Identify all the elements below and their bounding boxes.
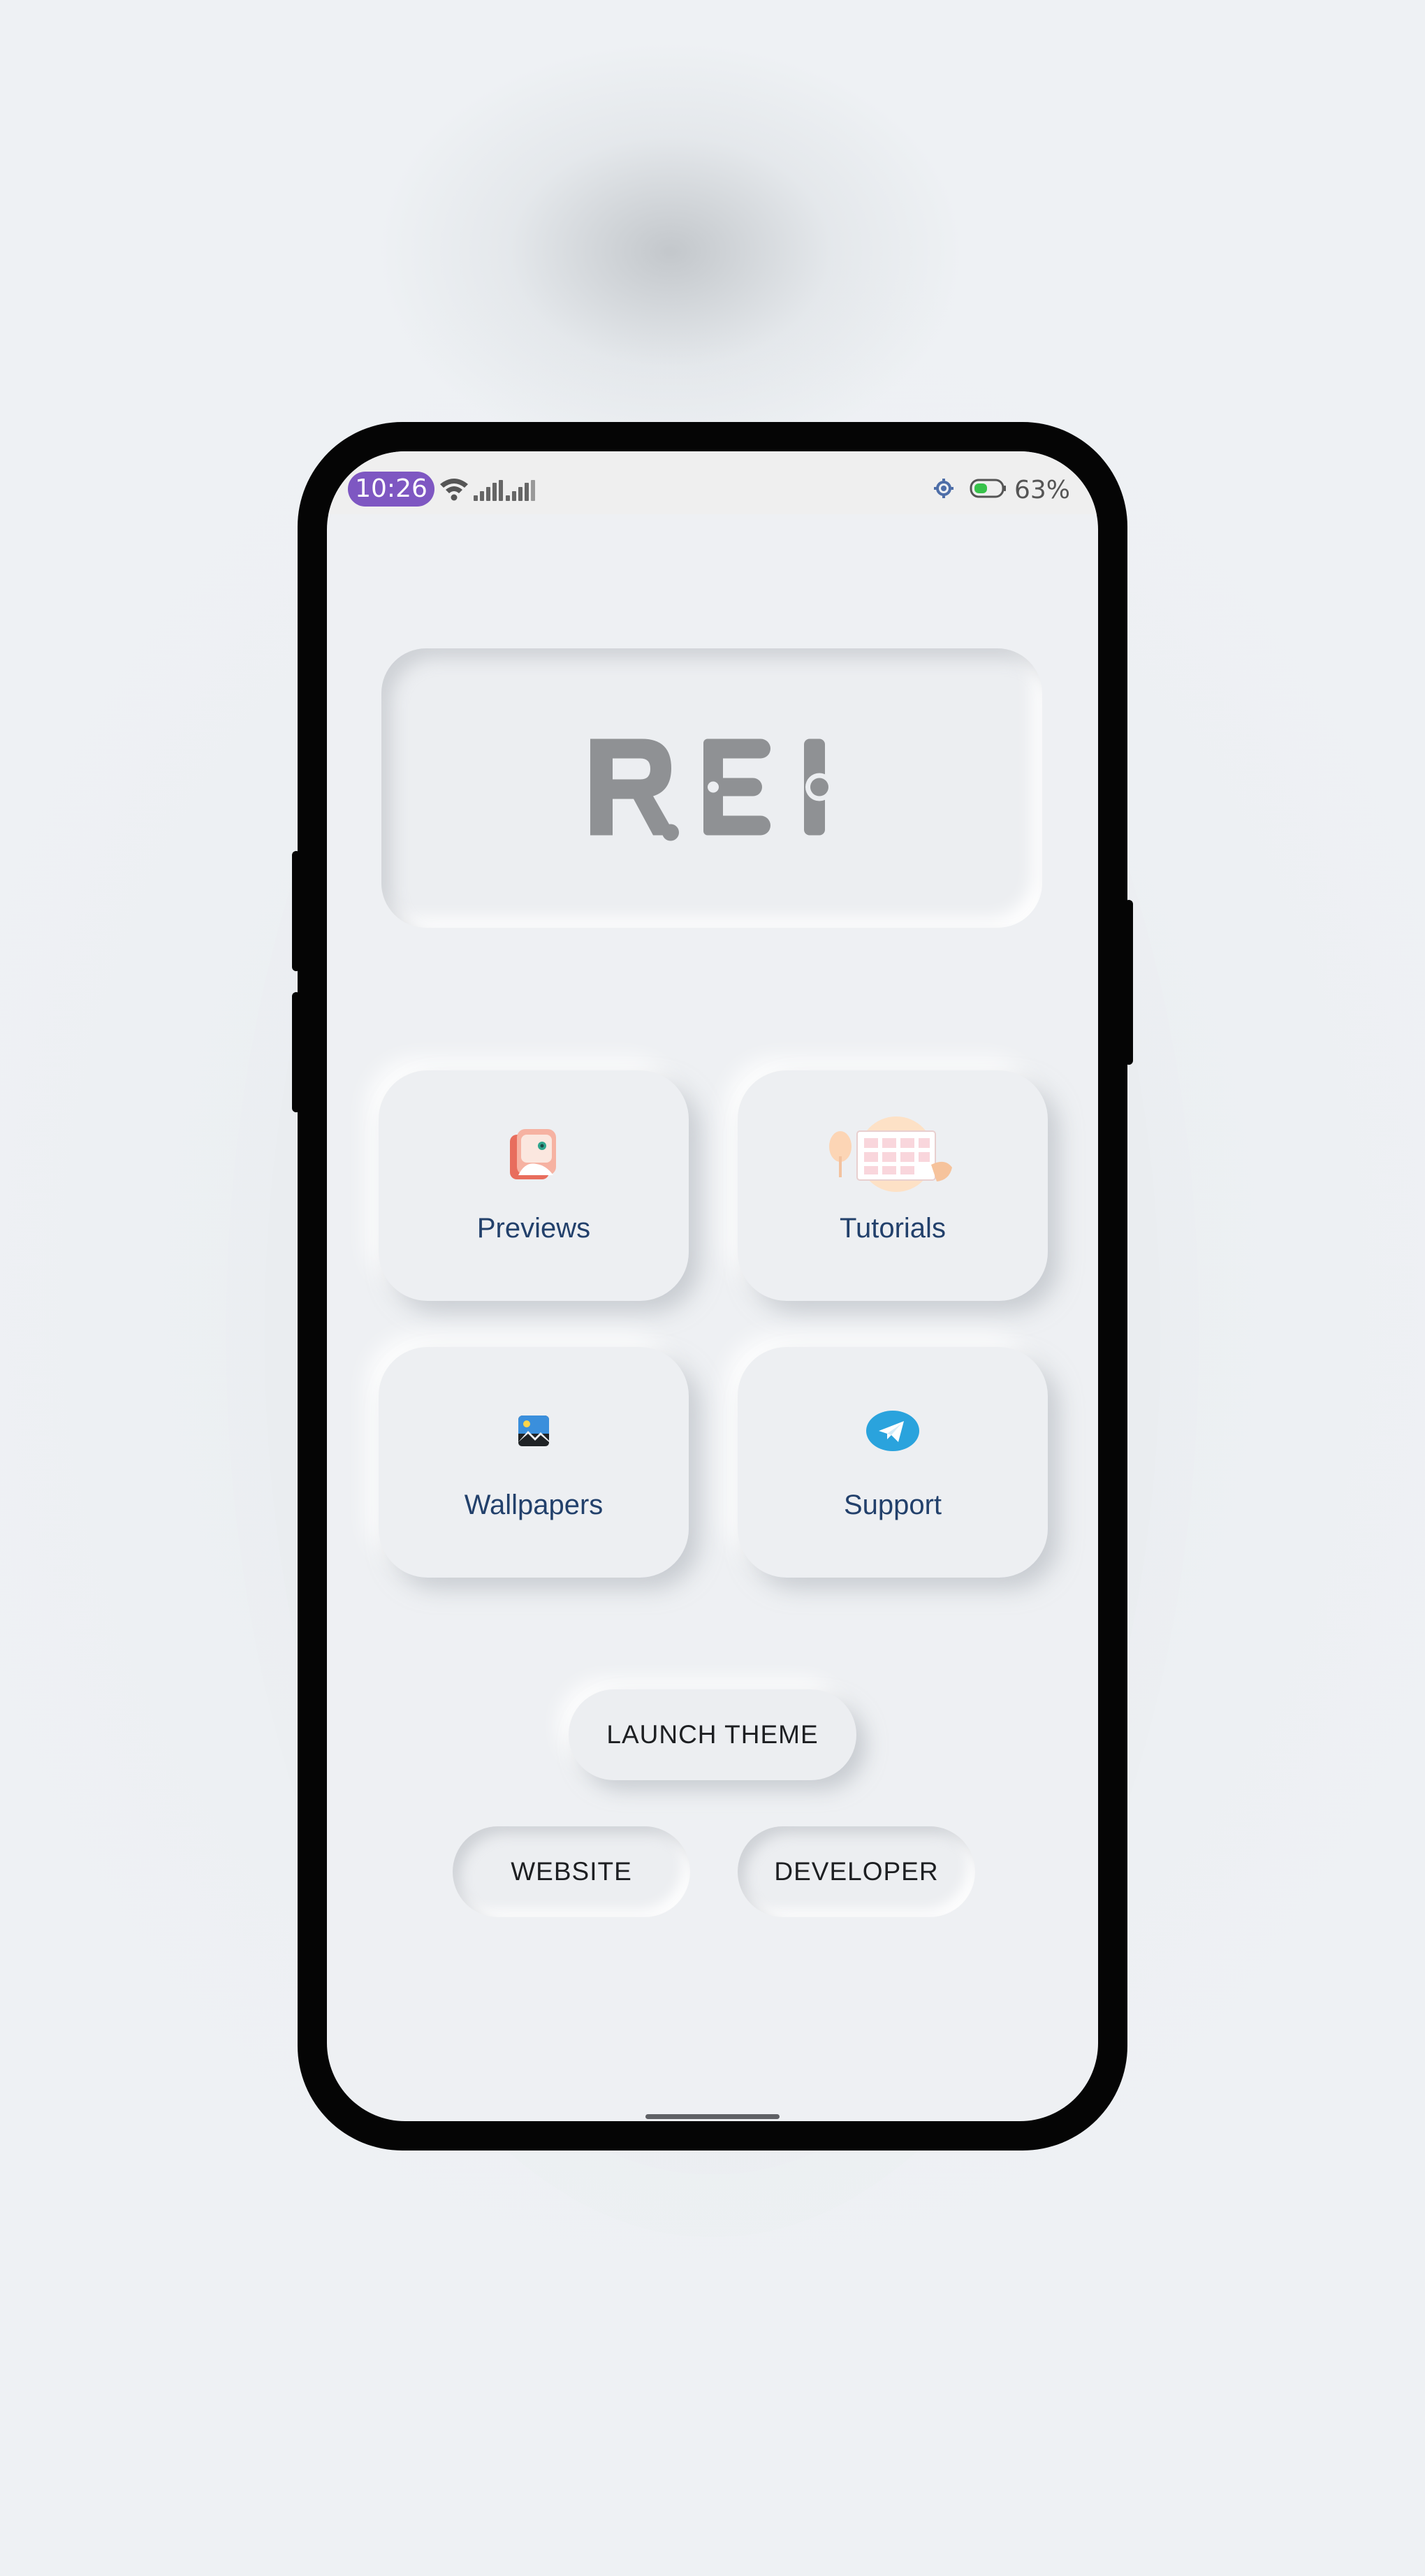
tutorials-label: Tutorials [840, 1213, 946, 1244]
rei-logo [586, 731, 838, 846]
wallpapers-icon [517, 1414, 550, 1451]
previews-card[interactable]: Previews [379, 1070, 689, 1301]
battery-icon [970, 478, 1006, 502]
tutorials-card[interactable]: Tutorials [738, 1070, 1048, 1301]
signal-icon [474, 480, 504, 504]
telegram-icon [865, 1410, 921, 1455]
signal-icon [506, 480, 536, 504]
phone-screen: 10:26 63% Previews Tutorials Wallpapers … [327, 451, 1098, 2121]
wallpapers-label: Wallpapers [464, 1490, 604, 1520]
status-bar: 10:26 63% [327, 451, 1098, 514]
support-label: Support [843, 1490, 942, 1520]
developer-button[interactable]: DEVELOPER [738, 1826, 975, 1917]
settings-gear-icon [933, 478, 954, 502]
launch-theme-button[interactable]: LAUNCH THEME [569, 1689, 856, 1780]
support-card[interactable]: Support [738, 1347, 1048, 1578]
previews-icon [504, 1125, 563, 1187]
tutorials-icon [826, 1116, 959, 1196]
wifi-icon [439, 476, 469, 504]
wallpapers-card[interactable]: Wallpapers [379, 1347, 689, 1578]
battery-percent: 63% [1014, 475, 1070, 504]
power-button [1125, 900, 1133, 1065]
status-icons-left [439, 474, 536, 504]
previews-label: Previews [476, 1213, 591, 1244]
home-indicator[interactable] [645, 2114, 780, 2119]
volume-down-button [292, 992, 300, 1112]
logo-card [381, 648, 1042, 928]
status-icons-right: 63% [933, 472, 1070, 507]
volume-up-button [292, 851, 300, 971]
website-button[interactable]: WEBSITE [453, 1826, 690, 1917]
status-time: 10:26 [348, 472, 434, 507]
